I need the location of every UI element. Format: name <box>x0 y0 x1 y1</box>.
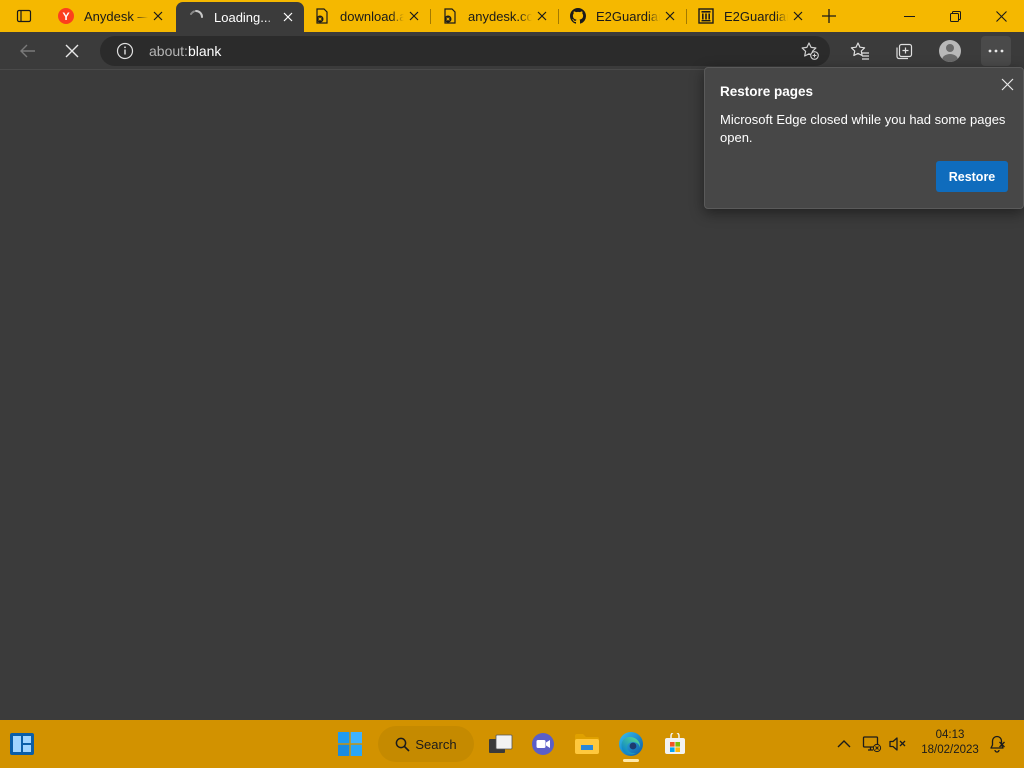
edge-taskbar-button[interactable] <box>613 726 649 762</box>
info-icon[interactable] <box>116 42 134 60</box>
network-status-button[interactable] <box>860 726 884 762</box>
start-button[interactable] <box>331 726 369 762</box>
search-icon <box>395 737 410 752</box>
close-icon <box>793 11 803 21</box>
restore-pages-popup: Restore pages Microsoft Edge closed whil… <box>704 67 1024 209</box>
teams-chat-button[interactable] <box>525 726 561 762</box>
close-icon <box>283 12 293 22</box>
tab-title: E2Guardian <box>596 8 660 24</box>
collections-button[interactable] <box>889 36 919 66</box>
volume-button[interactable] <box>887 726 909 762</box>
more-horizontal-icon <box>988 49 1004 53</box>
notification-bell-icon <box>990 735 1005 753</box>
clock-date: 18/02/2023 <box>921 744 979 756</box>
microsoft-store-button[interactable] <box>657 726 693 762</box>
add-favorite-icon[interactable] <box>800 41 820 61</box>
close-icon <box>665 11 675 21</box>
stop-loading-button[interactable] <box>56 35 88 67</box>
popup-close-button[interactable] <box>997 74 1017 94</box>
show-hidden-icons-button[interactable] <box>832 726 856 762</box>
tab-close-button[interactable] <box>278 7 298 27</box>
favorites-button[interactable] <box>845 36 875 66</box>
tab-close-button[interactable] <box>660 6 680 26</box>
widgets-icon <box>10 733 34 755</box>
tab-e2guardian-github[interactable]: E2Guardian <box>558 0 686 32</box>
popup-message: Microsoft Edge closed while you had some… <box>720 112 1006 145</box>
popup-title: Restore pages <box>720 84 814 99</box>
tab-loading[interactable]: Loading... <box>176 2 304 32</box>
tab-close-button[interactable] <box>148 6 168 26</box>
close-window-button[interactable] <box>978 0 1024 32</box>
taskbar: Search 04:13 18/02/2023 <box>0 720 1024 768</box>
edge-icon <box>619 732 643 756</box>
settings-and-more-button[interactable] <box>981 36 1011 66</box>
tab-actions-icon <box>16 9 32 23</box>
minimize-icon <box>903 15 915 17</box>
tab-title: E2Guardian <box>724 8 788 24</box>
new-tab-button[interactable] <box>814 2 844 30</box>
tab-close-button[interactable] <box>532 6 552 26</box>
pdf-error-icon <box>442 8 458 24</box>
close-icon <box>153 11 163 21</box>
institution-icon <box>698 8 714 24</box>
tab-strip: Y Anydesk — Loading... download.a anydes… <box>0 0 1024 32</box>
widgets-button[interactable] <box>4 726 40 762</box>
close-icon <box>409 11 419 21</box>
avatar <box>939 40 961 62</box>
github-icon <box>570 8 586 24</box>
taskbar-clock[interactable]: 04:13 18/02/2023 <box>914 728 986 758</box>
tab-title: Anydesk — <box>84 8 148 24</box>
loading-spinner-icon <box>188 9 204 25</box>
address-bar[interactable]: about:blank <box>100 36 830 66</box>
teams-chat-icon <box>532 733 554 755</box>
collections-icon <box>896 43 913 60</box>
tab-close-button[interactable] <box>404 6 424 26</box>
tab-title: Loading... <box>214 9 272 25</box>
volume-muted-icon <box>889 737 906 751</box>
network-disconnected-icon <box>862 736 882 753</box>
tab-title: anydesk.co <box>468 8 532 24</box>
tab-actions-button[interactable] <box>8 0 40 32</box>
tab-anydesk-yandex[interactable]: Y Anydesk — <box>46 0 174 32</box>
close-icon <box>995 10 1007 22</box>
clock-time: 04:13 <box>935 729 965 741</box>
plus-icon <box>822 9 836 23</box>
folder-icon <box>575 734 599 754</box>
tab-download-pdf[interactable]: download.a <box>302 0 430 32</box>
url-path: blank <box>187 43 222 59</box>
taskbar-search[interactable]: Search <box>378 726 474 762</box>
restore-window-button[interactable] <box>932 0 978 32</box>
close-icon <box>65 44 79 58</box>
back-button[interactable] <box>12 35 44 67</box>
tab-e2guardian-site[interactable]: E2Guardian <box>686 0 814 32</box>
notifications-button[interactable] <box>985 726 1009 762</box>
store-icon <box>665 733 685 754</box>
favorites-icon <box>850 42 869 60</box>
browser-toolbar: about:blank <box>0 32 1024 70</box>
url-scheme: about: <box>149 43 188 59</box>
close-icon <box>1001 78 1013 90</box>
close-icon <box>537 11 547 21</box>
task-view-button[interactable] <box>483 726 519 762</box>
tab-close-button[interactable] <box>788 6 808 26</box>
url-text[interactable]: about:blank <box>149 43 221 59</box>
file-explorer-button[interactable] <box>569 726 605 762</box>
restore-window-icon <box>949 10 961 22</box>
restore-button[interactable]: Restore <box>936 161 1008 192</box>
tab-title: download.a <box>340 8 404 24</box>
minimize-button[interactable] <box>886 0 932 32</box>
tab-anydesk-pdf[interactable]: anydesk.co <box>430 0 558 32</box>
profile-button[interactable] <box>935 36 965 66</box>
pdf-error-icon <box>314 8 330 24</box>
chevron-up-icon <box>837 740 851 748</box>
yandex-icon: Y <box>58 8 74 24</box>
windows-logo-icon <box>338 732 362 756</box>
active-app-indicator <box>623 759 639 762</box>
search-label: Search <box>415 736 457 752</box>
task-view-icon <box>489 734 513 753</box>
arrow-left-icon <box>20 44 35 58</box>
svg-text:Y: Y <box>62 11 70 23</box>
